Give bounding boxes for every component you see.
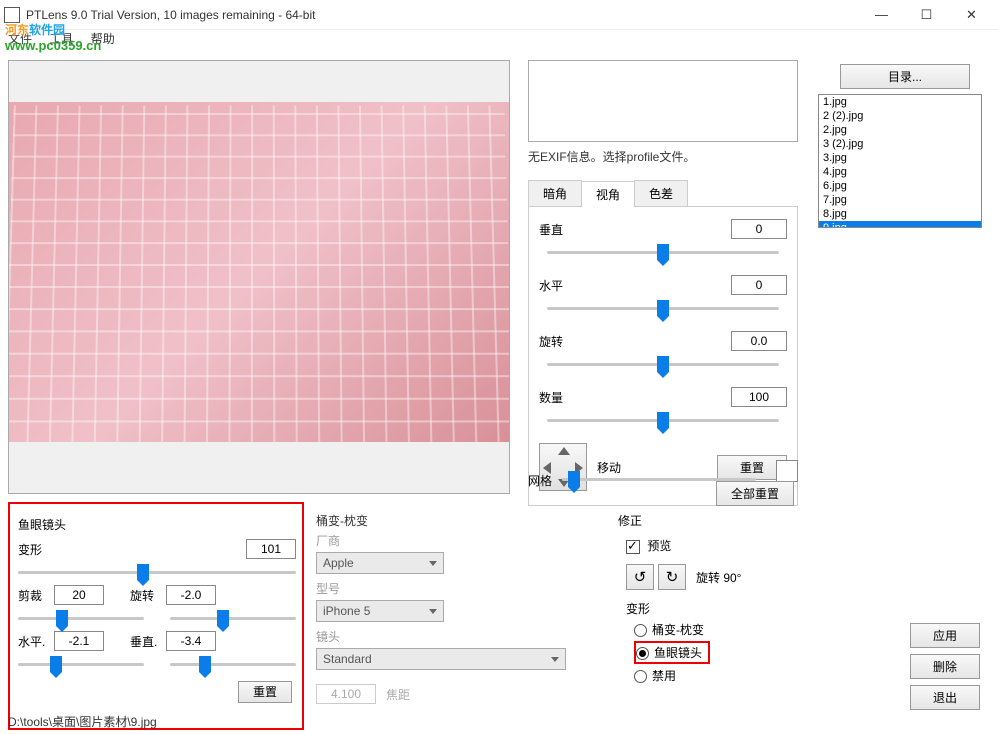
fe-vert-label: 垂直. (130, 633, 162, 650)
amount-label: 数量 (539, 389, 573, 406)
fe-vert-value[interactable]: -3.4 (166, 631, 216, 651)
exif-message: 无EXIF信息。选择profile文件。 (528, 148, 798, 165)
close-button[interactable]: ✕ (949, 1, 994, 29)
titlebar: PTLens 9.0 Trial Version, 10 images rema… (0, 0, 998, 30)
file-list-item[interactable]: 8.jpg (819, 207, 981, 221)
file-list-item[interactable]: 6.jpg (819, 179, 981, 193)
focal-label: 焦距 (386, 686, 410, 703)
window-title: PTLens 9.0 Trial Version, 10 images rema… (26, 8, 859, 22)
model-combo[interactable]: iPhone 5 (316, 600, 444, 622)
distortion-value[interactable]: 101 (246, 539, 296, 559)
file-list-item[interactable]: 2.jpg (819, 123, 981, 137)
file-list[interactable]: 1.jpg2 (2).jpg2.jpg3 (2).jpg3.jpg4.jpg6.… (818, 94, 982, 228)
rotation-slider[interactable] (547, 355, 779, 375)
preview-checkbox[interactable] (626, 540, 640, 554)
fisheye-title: 鱼眼镜头 (18, 516, 302, 533)
rotation-label: 旋转 (539, 333, 573, 350)
rotate-ccw-button[interactable]: ↺ (626, 564, 654, 590)
correction-tabs: 暗角 视角 色差 垂直 0 水平 0 旋转 0.0 (528, 180, 798, 506)
fe-rotate-value[interactable]: -2.0 (166, 585, 216, 605)
fisheye-panel: 鱼眼镜头 变形 101 剪裁 20 旋转 -2.0 水平. -2.1 垂直. -… (12, 508, 302, 728)
reset-all-button[interactable]: 全部重置 (716, 481, 794, 506)
crop-slider[interactable] (18, 609, 144, 627)
exit-button[interactable]: 退出 (910, 685, 980, 710)
radio-barrel[interactable] (634, 624, 647, 637)
status-path: D:\tools\桌面\图片素材\9.jpg (8, 713, 157, 730)
fe-rotate-slider[interactable] (170, 609, 296, 627)
distortion-label: 变形 (18, 541, 50, 558)
lens-combo[interactable]: Standard (316, 648, 566, 670)
fe-horiz-slider[interactable] (18, 655, 144, 673)
horizontal-value[interactable]: 0 (731, 275, 787, 295)
amount-value[interactable]: 100 (731, 387, 787, 407)
crop-value[interactable]: 20 (54, 585, 104, 605)
vertical-slider[interactable] (547, 243, 779, 263)
model-label: 型号 (316, 580, 596, 597)
radio-disable[interactable] (634, 670, 647, 683)
rotate90-label: 旋转 90° (696, 569, 741, 586)
file-list-item[interactable]: 3 (2).jpg (819, 137, 981, 151)
barrel-title: 桶变-枕变 (316, 512, 596, 529)
menubar: 文件 工具 帮助 (0, 30, 998, 50)
directory-button[interactable]: 目录... (840, 64, 970, 89)
preview-image[interactable] (9, 102, 509, 442)
tab-vignette[interactable]: 暗角 (528, 180, 582, 206)
apply-button[interactable]: 应用 (910, 623, 980, 648)
mesh-checkbox[interactable] (776, 460, 798, 482)
minimize-button[interactable]: — (859, 1, 904, 29)
annotation-box-fisheye-radio: 鱼眼镜头 (634, 641, 710, 664)
preview-label: 预览 (647, 539, 671, 553)
amount-slider[interactable] (547, 411, 779, 431)
correction-title: 修正 (618, 512, 818, 529)
correction-panel: 修正 预览 ↺ ↻ 旋转 90° 变形 桶变-枕变 鱼眼镜头 禁用 (618, 512, 818, 687)
distortion-slider[interactable] (18, 563, 296, 581)
maximize-button[interactable]: ☐ (904, 1, 949, 29)
distort-group-label: 变形 (626, 600, 818, 617)
lens-label: 镜头 (316, 628, 596, 645)
delete-button[interactable]: 删除 (910, 654, 980, 679)
site-watermark: 河东软件园 www.pc0359.cn (5, 14, 101, 53)
tab-chroma[interactable]: 色差 (634, 180, 688, 206)
vertical-value[interactable]: 0 (731, 219, 787, 239)
fisheye-reset-button[interactable]: 重置 (238, 681, 292, 703)
fe-vert-slider[interactable] (170, 655, 296, 673)
tab-angle[interactable]: 视角 (581, 181, 635, 207)
file-list-item[interactable]: 2 (2).jpg (819, 109, 981, 123)
thumbnail-box (528, 60, 798, 142)
horizontal-label: 水平 (539, 277, 573, 294)
barrel-panel: 桶变-枕变 厂商 Apple 型号 iPhone 5 镜头 Standard 4… (316, 512, 596, 704)
fe-rotate-label: 旋转 (130, 587, 162, 604)
file-list-item[interactable]: 1.jpg (819, 95, 981, 109)
file-list-item[interactable]: 9.jpg (819, 221, 981, 228)
horizontal-slider[interactable] (547, 299, 779, 319)
focal-value: 4.100 (316, 684, 376, 704)
maker-label: 厂商 (316, 532, 596, 549)
vertical-label: 垂直 (539, 221, 573, 238)
fe-horiz-label: 水平. (18, 633, 50, 650)
file-list-item[interactable]: 3.jpg (819, 151, 981, 165)
rotation-value[interactable]: 0.0 (731, 331, 787, 351)
maker-combo[interactable]: Apple (316, 552, 444, 574)
file-list-item[interactable]: 7.jpg (819, 193, 981, 207)
crop-label: 剪裁 (18, 587, 50, 604)
fe-horiz-value[interactable]: -2.1 (54, 631, 104, 651)
radio-fisheye[interactable] (636, 647, 649, 660)
rotate-cw-button[interactable]: ↻ (658, 564, 686, 590)
file-list-item[interactable]: 4.jpg (819, 165, 981, 179)
mesh-label: 网格 (528, 472, 552, 489)
